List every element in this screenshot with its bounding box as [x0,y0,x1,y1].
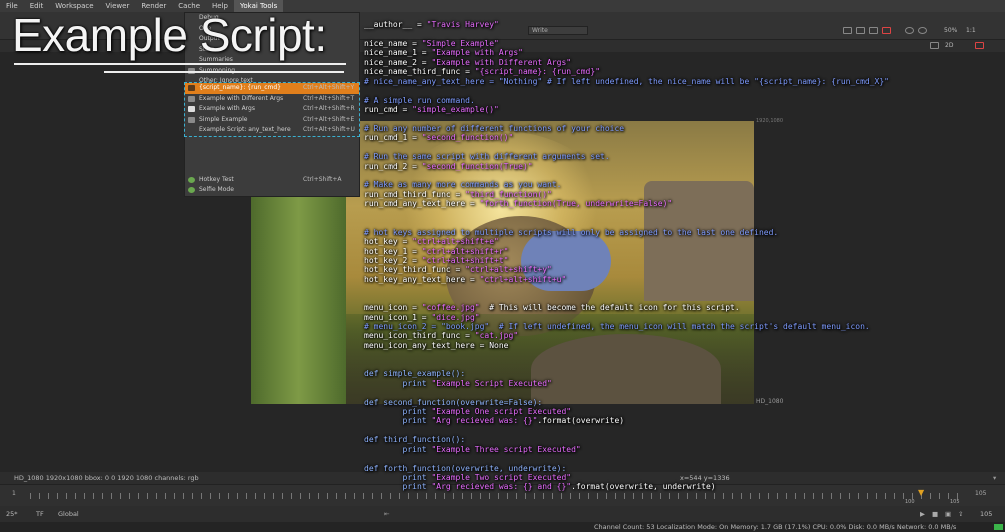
code-line: def third_function(): [364,435,466,445]
status-text: Channel Count: 53 Localization Mode: On … [594,523,957,531]
title-underline [14,63,346,65]
menu-item-label: Hotkey Test [199,175,234,183]
playback-control-icon[interactable]: ⇤ [384,506,389,522]
code-line: def forth_function(overwrite, underwrite… [364,463,567,473]
timeline-end-label: 105 [950,499,960,505]
submenu-item-simple[interactable]: Simple Example Ctrl+Alt+Shift+E [185,115,359,126]
code-line: run_cmd_third_func = "third_function()" [364,189,552,199]
code-line: nice_name_2 = "Example with Different Ar… [364,57,572,67]
code-line: # hot keys assigned to multiple scripts … [364,227,779,237]
submenu-item-any-text[interactable]: Example Script: any_text_here Ctrl+Alt+Sh… [185,125,359,136]
code-line: # Run the same script with different arg… [364,152,610,162]
submenu-item-third-func[interactable]: {script_name}: {run_cmd} Ctrl+Alt+Shift+Y [185,83,359,94]
hotkey-icon [188,176,195,183]
code-line: def second_function(overwrite=False): [364,397,543,407]
code-line: hot_key_1 = "ctrl+alt+shift+r" [364,246,509,256]
menu-item-selfie-mode[interactable]: Selfie Mode [185,185,359,196]
code-line: # Run any number of different functions … [364,123,625,133]
submenu-item-shortcut: Ctrl+Alt+Shift+E [303,115,355,123]
menu-item-shortcut: Ctrl+Shift+A [303,175,342,183]
coffee-icon [188,116,195,123]
code-line: run_cmd = "simple_example()" [364,104,499,114]
code-line: # Make as many more commands as you want… [364,180,562,190]
fps-field[interactable]: 25* [6,506,18,522]
title-underline [104,71,344,73]
menu-item-label: Selfie Mode [199,186,234,193]
stop-icon[interactable]: ■ [932,506,938,522]
submenu-item-shortcut: Ctrl+Alt+Shift+Y [303,84,355,91]
code-line: nice_name_1 = "Example with Args" [364,48,523,58]
lock-icon[interactable]: ▣ [945,506,951,522]
code-line: run_cmd_1 = "second_function()" [364,133,514,143]
example-script-submenu: {script_name}: {run_cmd} Ctrl+Alt+Shift+Y… [184,82,360,137]
code-line: nice_name = "Simple Example" [364,38,499,48]
submenu-item-shortcut: Ctrl+Alt+Shift+T [303,94,355,102]
submenu-item-label: Example with Args [199,105,255,112]
code-line: hot_key = "ctrl+alt+shift+e" [364,237,499,247]
format-info: HD_1080 1920x1080 bbox: 0 0 1920 1080 ch… [14,474,199,482]
export-icon[interactable]: ⇪ [958,506,963,522]
dice-icon [188,106,195,112]
code-line: menu_icon_third_func = "cat.jpg" [364,331,519,341]
code-line: def simple_example(): [364,369,466,379]
coffee-icon [188,95,195,102]
code-line: hot_key_third_func = "ctrl+alt+shift+y" [364,265,552,275]
tf-field[interactable]: TF [36,506,44,522]
code-line: menu_icon_any_text_here = None [364,340,509,350]
code-line: # A simple run command. [364,95,475,105]
code-line: print "Example Script Executed" [364,378,552,388]
menu-item-hotkey-test[interactable]: Hotkey Test Ctrl+Shift+A [185,175,359,186]
code-line: hot_key_2 = "ctrl+alt+shift+t" [364,255,509,265]
code-line: menu_icon = "coffee.jpg" # This will bec… [364,303,740,313]
selfie-icon [188,187,195,193]
timeline-ticks [30,493,960,499]
code-line: nice_name_third_func = "{script_name}: {… [364,67,601,77]
code-line: # nice_name_any_text_here = "Nothing" # … [364,76,889,86]
code-line: print "Arg recieved was: {} and {}".form… [364,482,716,492]
playback-bar: 25* TF Global ⇤ ▶ ■ ▣ ⇪ 105 [0,506,1005,522]
code-line: run_cmd_2 = "second_function(True)" [364,161,533,171]
cat-icon [188,85,195,91]
timeline-mid: 100 [905,499,915,505]
submenu-item-label: Simple Example [199,115,248,123]
status-bar: Channel Count: 53 Localization Mode: On … [0,522,1005,532]
overlay-title: Example Script: [12,9,327,61]
code-line: hot_key_any_text_here = "ctrl+alt+shift+… [364,274,567,284]
submenu-item-label: {script_name}: {run_cmd} [199,84,281,91]
timeline-start: 1 [12,490,16,497]
code-overlay: __author__ = "Travis Harvey" nice_name = … [364,20,1004,492]
play-icon[interactable]: ▶ [920,506,925,522]
submenu-item-different-args[interactable]: Example with Different Args Ctrl+Alt+Shif… [185,94,359,105]
code-line: print "Example Three script Executed" [364,444,581,454]
submenu-item-with-args[interactable]: Example with Args Ctrl+Alt+Shift+R [185,104,359,115]
status-ok-icon [994,524,1003,530]
submenu-item-label: Example Script: any_text_here [199,126,291,133]
global-field[interactable]: Global [58,506,79,522]
submenu-item-shortcut: Ctrl+Alt+Shift+R [303,105,355,112]
code-line: print "Arg recieved was: {}".format(over… [364,416,625,426]
submenu-item-shortcut: Ctrl+Alt+Shift+U [303,126,355,133]
code-line: run_cmd_any_text_here = "forth_function(… [364,199,673,209]
code-line: __author__ = "Travis Harvey" [364,20,499,29]
code-line: print "Example One script Executed" [364,406,572,416]
code-line: menu_icon_1 = "dice.jpg" [364,312,480,322]
submenu-item-label: Example with Different Args [199,94,284,102]
frame-field[interactable]: 105 [980,506,992,522]
